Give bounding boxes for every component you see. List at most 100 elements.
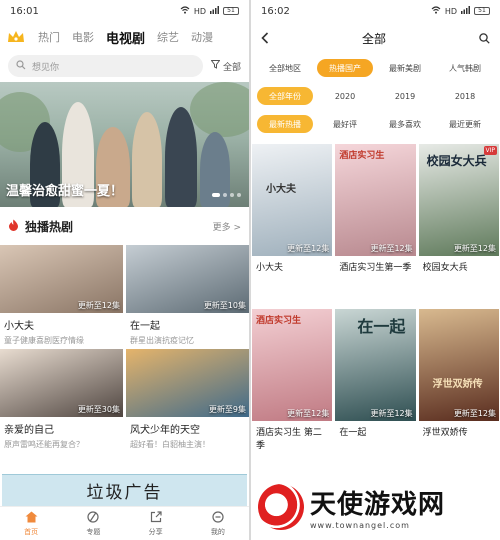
tab-hot[interactable]: 热门 [38, 29, 60, 45]
series-card[interactable]: 更新至30集 亲爱的自己 原声雷鸣还能再复合？ [0, 349, 123, 453]
series-title: 小大夫 [4, 321, 34, 332]
update-badge: 更新至12集 [453, 244, 496, 253]
home-icon [25, 511, 38, 525]
filter-chip[interactable]: 热播国产 [317, 59, 373, 77]
hd-label: HD [193, 6, 206, 16]
tab-anime[interactable]: 动漫 [191, 29, 213, 45]
topic-icon [87, 510, 99, 525]
tab-topics[interactable]: 专题 [62, 507, 124, 540]
filter-chip[interactable]: 2018 [437, 87, 493, 105]
update-badge: 更新至30集 [77, 405, 120, 414]
poster-card[interactable]: 酒店实习生 更新至12集 酒店实习生第一季 [335, 144, 416, 309]
series-description: 超好看！白貂柚主演！ [130, 440, 210, 449]
filter-chip[interactable]: 最多喜欢 [377, 115, 433, 133]
watermark-url: www.townangel.com [310, 521, 410, 530]
series-card[interactable]: 更新至10集 在一起 群星出演抗疫记忆 [126, 245, 249, 349]
filter-chip[interactable]: 最新热播 [257, 115, 313, 133]
share-icon [150, 510, 162, 525]
series-card[interactable]: 更新至9集 风犬少年的天空 超好看！白貂柚主演！ [126, 349, 249, 453]
poster-name: 校园女大兵 [422, 263, 468, 273]
poster-title-art: 酒店实习生 [256, 316, 302, 326]
series-card[interactable]: 更新至12集 小大夫 童子健康喜剧医疗情缘 [0, 245, 123, 349]
update-badge: 更新至12集 [453, 409, 496, 418]
status-time: 16:02 [261, 5, 290, 17]
filter-chip[interactable]: 2019 [377, 87, 433, 105]
banner-title: 温馨治愈甜蜜一夏！ [6, 184, 124, 199]
wifi-icon [431, 6, 441, 16]
poster-name: 小大夫 [256, 263, 284, 273]
series-title: 在一起 [130, 321, 160, 332]
filter-chip[interactable]: 2020 [317, 87, 373, 105]
filter-all-button[interactable]: 全部 [210, 60, 241, 73]
exclusive-series-grid: 更新至12集 小大夫 童子健康喜剧医疗情缘 更新至10集 在一起 群星出演抗疫记… [0, 245, 249, 453]
series-thumbnail: 更新至30集 [0, 349, 123, 417]
search-input[interactable]: 想见你 [8, 55, 203, 77]
tab-movies[interactable]: 电影 [72, 29, 94, 45]
angel-logo-icon [258, 484, 304, 530]
poster-name: 浮世双娇传 [422, 428, 468, 438]
poster-image: 浮世双娇传 更新至12集 [418, 309, 499, 421]
hd-label: HD [444, 6, 457, 16]
wifi-icon [180, 6, 190, 16]
search-icon[interactable] [479, 29, 490, 48]
status-icons: HD 51 [180, 6, 239, 16]
poster-name: 酒店实习生第一季 [339, 263, 412, 273]
poster-image: 小大夫 更新至12集 [252, 144, 333, 256]
poster-card[interactable]: 浮世双娇传 更新至12集 浮世双娇传 [418, 309, 499, 474]
poster-image: 酒店实习生 更新至12集 [252, 309, 333, 421]
left-screen: 16:01 HD 51 热门 电影 电视剧 综艺 动漫 想见你 全部 温馨治愈甜… [0, 0, 249, 540]
filter-chip[interactable]: 全部年份 [257, 87, 313, 105]
section-title-text: 独播热剧 [25, 219, 74, 234]
update-badge: 更新至12集 [77, 301, 120, 310]
watermark-name: 天使游戏网 [310, 490, 446, 520]
ad-banner[interactable]: 垃圾广告 [2, 474, 247, 506]
poster-card[interactable]: 在一起 更新至12集 在一起 [335, 309, 416, 474]
featured-banner[interactable]: 温馨治愈甜蜜一夏！ [0, 82, 249, 207]
region-filter-row: 全部地区 热播国产 最新美剧 人气韩剧 [251, 54, 500, 82]
filter-chip[interactable]: 人气韩剧 [437, 59, 493, 77]
tab-home[interactable]: 首页 [0, 507, 62, 540]
back-icon[interactable] [261, 29, 269, 48]
status-time: 16:01 [10, 5, 39, 17]
filter-chip[interactable]: 全部地区 [257, 59, 313, 77]
update-badge: 更新至12集 [370, 409, 413, 418]
series-title: 亲爱的自己 [4, 425, 54, 436]
status-bar: 16:02 HD 51 [251, 0, 500, 22]
filter-all-label: 全部 [222, 62, 241, 73]
poster-title-art: 浮世双娇传 [432, 379, 483, 390]
tab-variety[interactable]: 综艺 [157, 29, 179, 45]
right-screen: 16:02 HD 51 全部 全部地区 热播国产 最新美剧 人气韩剧 全部年份 … [251, 0, 500, 540]
poster-card[interactable]: VIP 校园女大兵 更新至12集 校园女大兵 [418, 144, 499, 309]
poster-title-art: 小大夫 [266, 184, 296, 195]
tab-home-label: 首页 [24, 527, 39, 536]
poster-title-art: 在一起 [357, 317, 406, 336]
bottom-tab-bar: 首页 专题 分享 我的 [0, 506, 249, 540]
poster-card[interactable]: 小大夫 更新至12集 小大夫 [252, 144, 333, 309]
filter-chip[interactable]: 最新美剧 [377, 59, 433, 77]
crown-logo-icon[interactable] [6, 28, 26, 46]
poster-card[interactable]: 酒店实习生 更新至12集 酒店实习生 第二季 [252, 309, 333, 474]
tab-share[interactable]: 分享 [125, 507, 187, 540]
watermark: 天使游戏网 www.townangel.com [258, 478, 494, 536]
filter-chip[interactable]: 最好评 [317, 115, 373, 133]
more-link[interactable]: 更多 > [213, 220, 241, 233]
update-badge: 更新至12集 [287, 409, 330, 418]
poster-name: 酒店实习生 第二季 [256, 428, 322, 451]
poster-name: 在一起 [339, 428, 367, 438]
poster-image: 酒店实习生 更新至12集 [335, 144, 416, 256]
section-header: 独播热剧 更多 > [0, 207, 249, 245]
year-filter-row: 全部年份 2020 2019 2018 [251, 82, 500, 110]
sort-filter-row: 最新热播 最好评 最多喜欢 最近更新 [251, 110, 500, 138]
filter-icon [210, 60, 221, 72]
tab-mine-label: 我的 [210, 527, 225, 536]
series-title: 风犬少年的天空 [130, 425, 200, 436]
section-title: 独播热剧 [8, 218, 73, 235]
series-thumbnail: 更新至9集 [126, 349, 249, 417]
tab-mine[interactable]: 我的 [187, 507, 249, 540]
update-badge: 更新至12集 [287, 244, 330, 253]
search-row: 想见你 全部 [0, 52, 249, 80]
search-placeholder: 想见你 [32, 62, 60, 73]
page-title: 全部 [361, 31, 386, 46]
tab-tv-series[interactable]: 电视剧 [106, 28, 145, 47]
filter-chip[interactable]: 最近更新 [437, 115, 493, 133]
